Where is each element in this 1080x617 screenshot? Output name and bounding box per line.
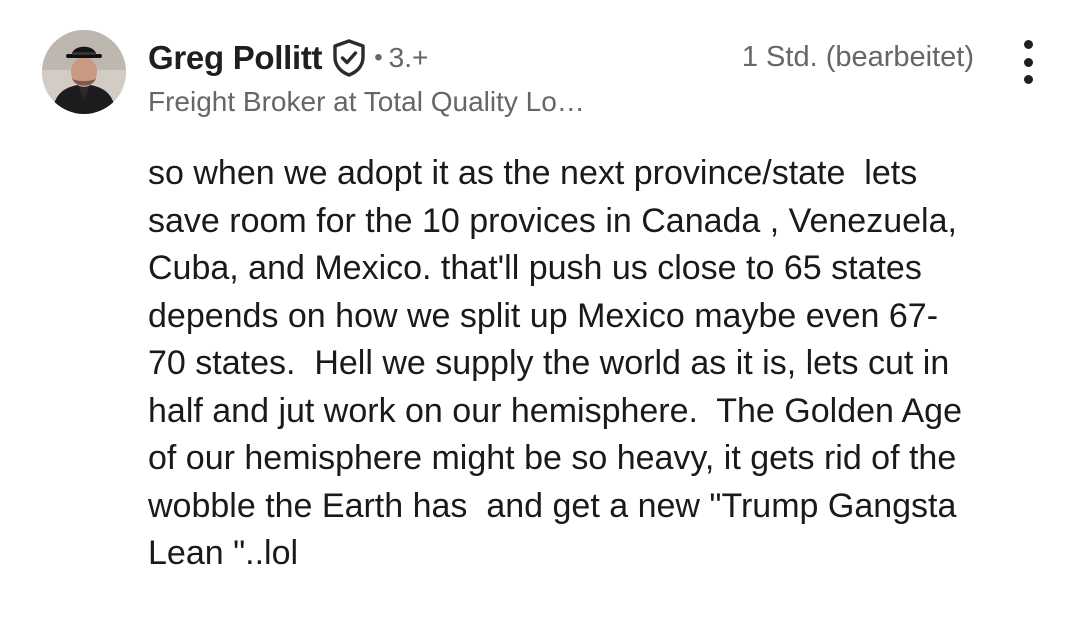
comment-body: so when we adopt it as the next province… bbox=[148, 150, 1048, 578]
comment-line: depends on how we split up Mexico maybe … bbox=[148, 296, 939, 335]
comment-line: wobble the Earth has and get a new "Trum… bbox=[148, 486, 957, 525]
comment-line: Lean "..lol bbox=[148, 534, 299, 572]
comment-line: save room for the 10 provices in Canada … bbox=[148, 201, 957, 240]
separator-dot: • bbox=[374, 44, 383, 71]
connection-degree: 3.+ bbox=[388, 42, 429, 73]
comment-line: half and jut work on our hemisphere. The… bbox=[148, 391, 962, 430]
author-headline: Freight Broker at Total Quality Lo… bbox=[148, 86, 585, 117]
avatar[interactable] bbox=[42, 30, 126, 114]
more-options-button[interactable] bbox=[1014, 40, 1042, 84]
more-vertical-icon-dot bbox=[1023, 75, 1033, 84]
more-vertical-icon bbox=[1023, 40, 1033, 49]
comment-line: so when we adopt it as the next province… bbox=[148, 154, 918, 192]
comment-line: of our hemisphere might be so heavy, it … bbox=[148, 439, 957, 477]
comment-card: Greg Pollitt • 3.+ 1 Std. (bearbeitet) F… bbox=[0, 0, 1080, 617]
comment-timestamp: 1 Std. (bearbeitet) bbox=[741, 41, 974, 73]
verified-shield-icon bbox=[332, 39, 366, 77]
more-vertical-icon-dot bbox=[1023, 57, 1033, 67]
avatar-photo bbox=[42, 30, 126, 114]
author-name[interactable]: Greg Pollitt bbox=[148, 39, 323, 77]
comment-line: 70 states. Hell we supply the world as i… bbox=[148, 344, 950, 382]
author-header: Greg Pollitt • 3.+ bbox=[148, 36, 428, 80]
comment-line: Cuba, and Mexico. that'll push us close … bbox=[148, 249, 922, 287]
